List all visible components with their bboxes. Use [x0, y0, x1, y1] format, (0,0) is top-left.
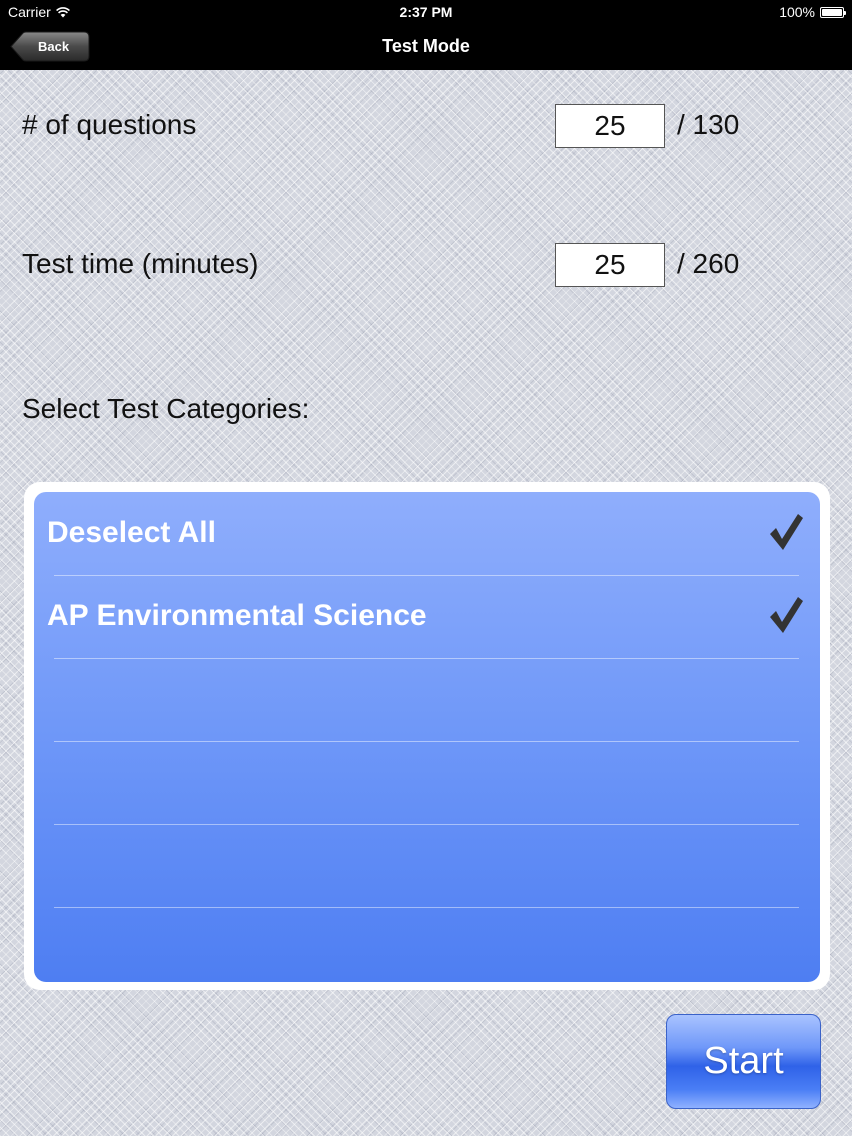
list-item-ap-environmental-science[interactable]: AP Environmental Science: [34, 575, 820, 658]
categories-heading: Select Test Categories:: [22, 393, 310, 424]
list-item-label: Deselect All: [47, 516, 216, 549]
questions-max: / 130: [677, 109, 740, 140]
questions-label: # of questions: [22, 109, 197, 140]
check-icon: [770, 597, 803, 633]
start-button[interactable]: Start: [666, 1014, 821, 1109]
list-item-empty: [34, 658, 820, 741]
list-item-deselect-all[interactable]: Deselect All: [34, 492, 820, 575]
check-icon: [770, 514, 803, 550]
list-item-empty: [34, 824, 820, 907]
row-separator: [54, 907, 799, 908]
page-title: Test Mode: [382, 36, 470, 56]
status-time: 2:37 PM: [399, 4, 453, 20]
battery-percent: 100%: [779, 4, 815, 20]
test-time-label: Test time (minutes): [22, 248, 259, 279]
questions-input[interactable]: [555, 104, 665, 148]
test-time-input[interactable]: [555, 243, 665, 287]
test-time-max: / 260: [677, 248, 740, 279]
top-bar: Carrier 2:37 PM 100% Back Test Mode: [0, 0, 852, 70]
list-item-label: AP Environmental Science: [47, 599, 427, 632]
battery-icon: [820, 6, 846, 18]
category-list[interactable]: Deselect All AP Environmental Science: [34, 492, 820, 982]
back-label: Back: [38, 39, 70, 54]
status-battery: 100%: [779, 4, 846, 20]
list-item-empty: [34, 741, 820, 824]
